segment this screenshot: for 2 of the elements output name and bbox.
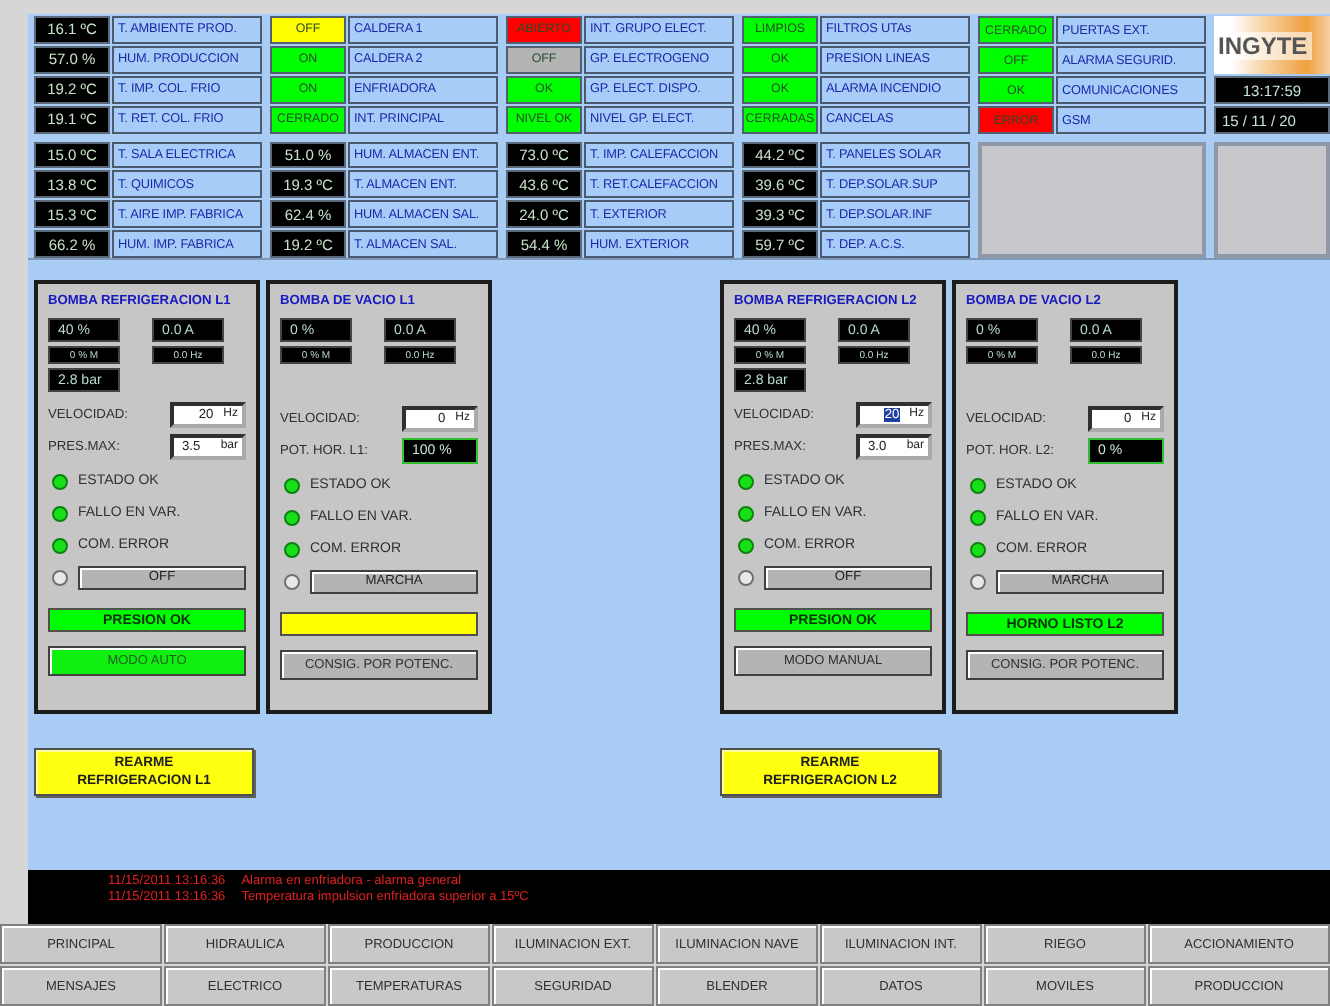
blank-panel (1214, 142, 1330, 258)
company-logo: INGYTE (1214, 31, 1312, 59)
